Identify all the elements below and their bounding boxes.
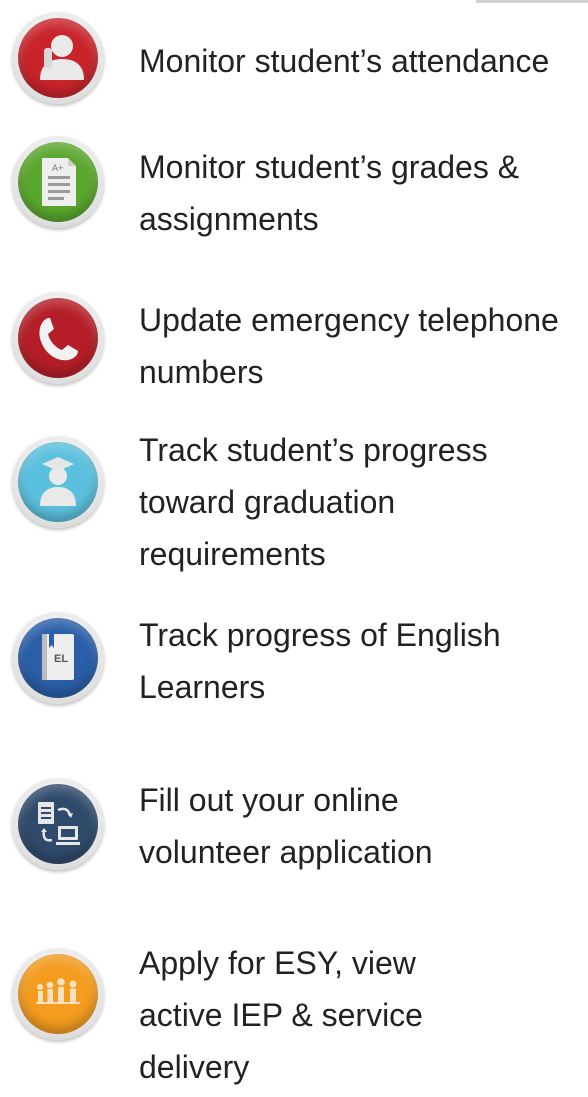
label-line: volunteer application <box>139 834 433 870</box>
top-edge-bar <box>476 0 588 3</box>
el-text: EL <box>54 653 68 665</box>
label-line: Monitor student’s attendance <box>139 43 550 79</box>
label-line: Monitor student’s grades & <box>139 149 520 185</box>
feature-volunteer-label: Fill out your online volunteer applicati… <box>139 774 584 878</box>
feature-emergency-label: Update emergency telephone numbers <box>139 294 584 398</box>
graded-paper-icon: A+ <box>18 142 98 222</box>
emergency-badge <box>12 292 104 384</box>
feature-grades-label: Monitor student’s grades & assignments <box>139 141 584 245</box>
label-line: delivery <box>139 1049 250 1085</box>
volunteer-badge <box>12 778 104 870</box>
graduation-badge <box>12 436 104 528</box>
english-learners-badge: EL <box>12 612 104 704</box>
label-line: Update emergency telephone <box>139 302 559 338</box>
label-line: requirements <box>139 536 326 572</box>
esy-badge <box>12 948 104 1040</box>
feature-graduation-label: Track student’s progress toward graduati… <box>139 424 584 580</box>
label-line: Track student’s progress <box>139 432 488 468</box>
student-silhouette-icon <box>18 18 98 98</box>
feature-esy-label: Apply for ESY, view active IEP & service… <box>139 937 584 1093</box>
document-computer-icon <box>18 784 98 864</box>
label-line: Apply for ESY, view <box>139 945 416 981</box>
attendance-badge <box>12 12 104 104</box>
label-line: numbers <box>139 354 264 390</box>
label-line: active IEP & service <box>139 997 423 1033</box>
label-line: Track progress of English <box>139 617 501 653</box>
grades-badge: A+ <box>12 136 104 228</box>
label-line: assignments <box>139 201 319 237</box>
graduate-icon <box>18 442 98 522</box>
telephone-handset-icon <box>18 298 98 378</box>
feature-english-learners-label: Track progress of English Learners <box>139 609 584 713</box>
grade-text: A+ <box>52 163 63 173</box>
el-book-icon: EL <box>18 618 98 698</box>
label-line: Fill out your online <box>139 782 399 818</box>
group-of-people-icon <box>18 954 98 1034</box>
label-line: toward graduation <box>139 484 396 520</box>
feature-attendance-label: Monitor student’s attendance <box>139 35 584 87</box>
label-line: Learners <box>139 669 266 705</box>
